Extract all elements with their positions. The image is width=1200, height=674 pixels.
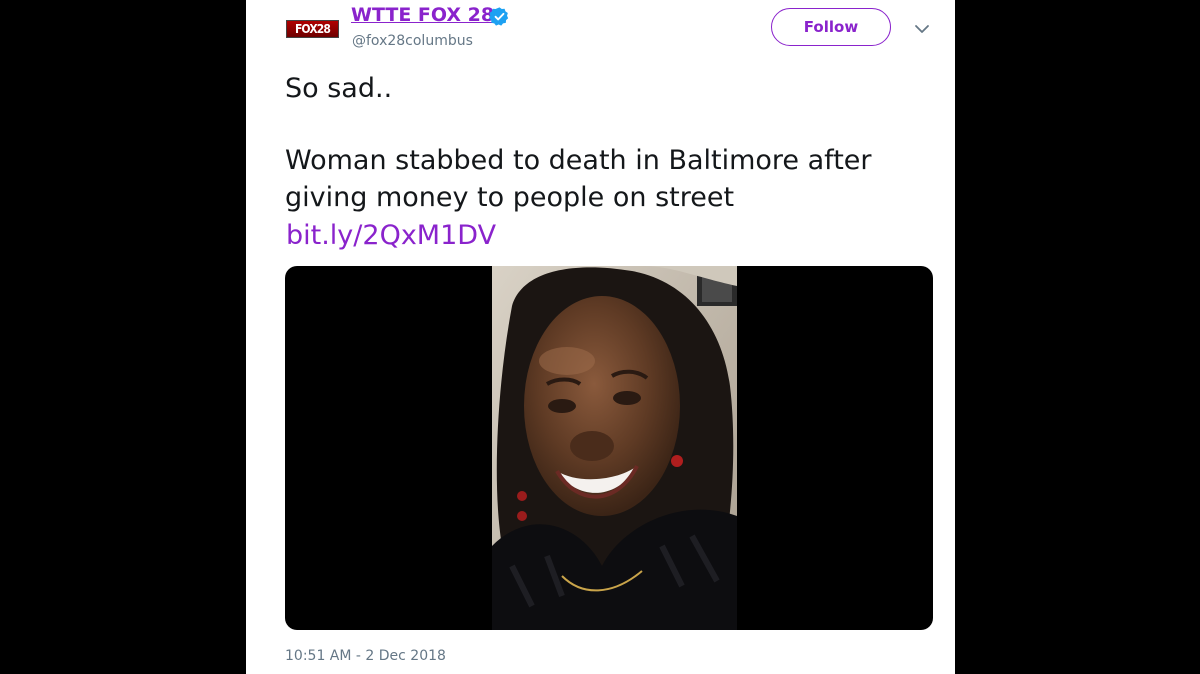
tweet-photo <box>492 266 737 630</box>
display-name[interactable]: WTTE FOX 28 <box>351 4 494 26</box>
logo-text: FOX28 <box>294 22 331 36</box>
verified-badge-icon <box>489 7 509 26</box>
account-logo[interactable]: FOX28 <box>286 20 339 38</box>
chevron-down-icon[interactable] <box>913 20 931 38</box>
tweet-timestamp[interactable]: 10:51 AM - 2 Dec 2018 <box>285 648 446 664</box>
tweet-text-line-1: So sad.. <box>285 73 393 104</box>
account-handle[interactable]: @fox28columbus <box>352 33 473 49</box>
tweet-card: FOX28 WTTE FOX 28 @fox28columbus Follow … <box>246 0 955 674</box>
tweet-text-line-3: giving money to people on street <box>285 182 735 213</box>
follow-button[interactable]: Follow <box>771 8 891 46</box>
tweet-link[interactable]: bit.ly/2QxM1DV <box>286 220 496 251</box>
page: FOX28 WTTE FOX 28 @fox28columbus Follow … <box>0 0 1200 674</box>
tweet-text-line-2: Woman stabbed to death in Baltimore afte… <box>285 145 872 176</box>
tweet-media[interactable] <box>285 266 933 630</box>
